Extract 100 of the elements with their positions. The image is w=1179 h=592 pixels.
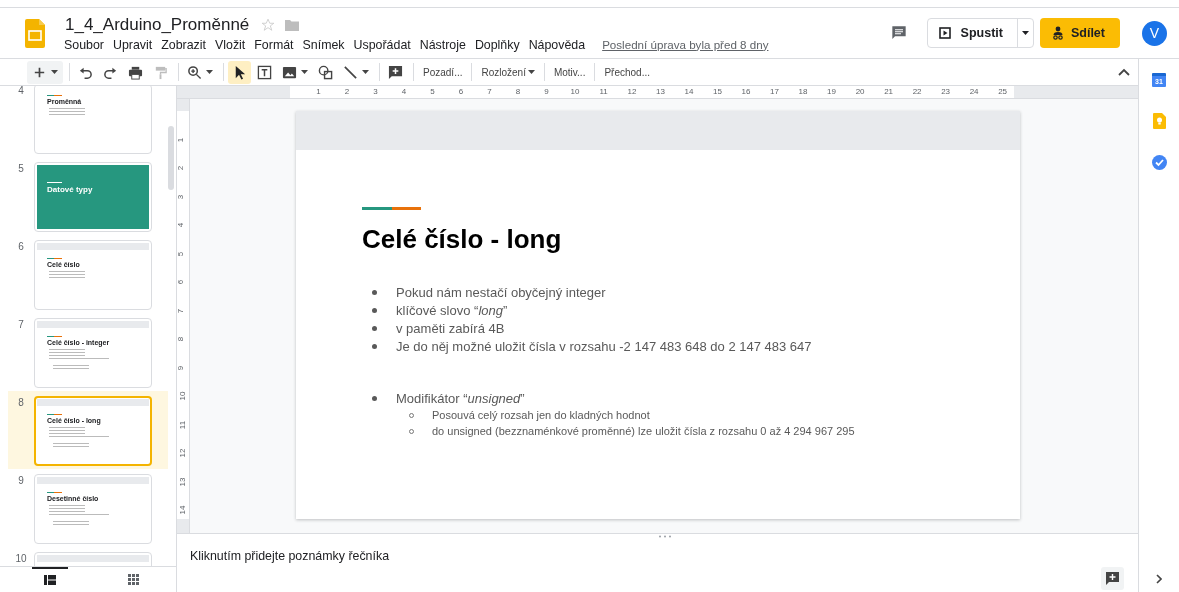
ruler-number: 9 bbox=[544, 87, 549, 97]
slide-number: 8 bbox=[17, 396, 25, 408]
ruler-number: 20 bbox=[855, 87, 865, 97]
caret-icon bbox=[51, 70, 58, 74]
bullet-dot bbox=[372, 307, 377, 313]
zoom-icon bbox=[187, 64, 202, 80]
ruler-number: 12 bbox=[179, 448, 188, 458]
ruler-number: 14 bbox=[179, 505, 188, 515]
slide-thumbnail-row[interactable]: 5 Datové typy bbox=[8, 157, 168, 235]
line-icon bbox=[343, 64, 358, 80]
text-lines-drawing bbox=[49, 505, 109, 525]
resize-grip-icon[interactable] bbox=[657, 535, 672, 538]
present-split-button[interactable]: Spustit bbox=[926, 18, 1034, 48]
bullet-text: do unsigned (bezznaménkové proměnné) lze uložit čísla z rozsahu 0 až 4 294 967 295 bbox=[432, 425, 855, 437]
ruler-number: 3 bbox=[373, 87, 378, 97]
menu-item[interactable]: Doplňky bbox=[470, 37, 525, 52]
document-title[interactable]: 1_4_Arduino_Proměnné bbox=[63, 14, 252, 35]
text-box-icon bbox=[257, 64, 272, 80]
thumbnail-title: Datové typy bbox=[47, 185, 94, 194]
ruler-number: 17 bbox=[770, 87, 779, 97]
ruler-number: 2 bbox=[177, 165, 186, 171]
slide-number: 10 bbox=[14, 552, 28, 564]
collapse-chevron-icon[interactable] bbox=[1118, 68, 1130, 76]
tool-button[interactable] bbox=[228, 60, 251, 84]
bullet-text: Je do něj možné uložit čísla v rozsahu -2 147 483 648 do 2 147 483 647 bbox=[396, 338, 812, 354]
ruler-number: 8 bbox=[515, 87, 521, 97]
menu-item[interactable]: Uspořádat bbox=[349, 37, 416, 52]
ruler-number: 5 bbox=[430, 87, 435, 97]
bullet-text: Posouvá celý rozsah jen do kladných hodnot bbox=[432, 409, 650, 421]
toolbar-text-button[interactable]: Přechod... bbox=[599, 60, 655, 84]
expand-chevron-icon[interactable] bbox=[1156, 574, 1162, 584]
ruler-number: 6 bbox=[177, 279, 186, 285]
comment-icon[interactable] bbox=[890, 25, 907, 41]
add-note-button[interactable] bbox=[1101, 567, 1124, 590]
ruler-number: 4 bbox=[177, 222, 186, 228]
menu-item[interactable]: Nápověda bbox=[524, 37, 591, 52]
text-lines-drawing bbox=[49, 271, 85, 278]
ruler-number: 22 bbox=[912, 87, 922, 97]
text-lines-drawing bbox=[49, 427, 109, 447]
bullet-dot bbox=[372, 395, 377, 401]
people-icon bbox=[1050, 26, 1065, 40]
ruler-number: 2 bbox=[344, 87, 350, 97]
add-comment-icon bbox=[388, 64, 403, 80]
play-icon bbox=[938, 27, 951, 39]
share-button[interactable]: Sdílet bbox=[1039, 18, 1120, 48]
menu-item[interactable]: Vložit bbox=[211, 37, 251, 52]
bullet-dot bbox=[372, 289, 377, 295]
ruler-number: 25 bbox=[998, 87, 1008, 97]
bullet-dot bbox=[372, 343, 377, 349]
ruler-number: 11 bbox=[179, 420, 188, 429]
ruler-number: 9 bbox=[177, 365, 186, 370]
add-note-icon bbox=[1106, 572, 1119, 585]
text-lines-drawing bbox=[49, 108, 85, 115]
ruler-number: 8 bbox=[177, 336, 186, 342]
slide-number: 9 bbox=[17, 474, 25, 486]
caret-icon bbox=[362, 70, 369, 74]
ruler-number: 4 bbox=[401, 87, 407, 97]
menu-item[interactable]: Upravit bbox=[108, 37, 158, 52]
text-lines-drawing bbox=[49, 349, 109, 369]
print-icon bbox=[128, 64, 143, 80]
ruler-number: 14 bbox=[684, 87, 694, 97]
account-avatar[interactable]: V bbox=[1142, 20, 1167, 46]
star-icon[interactable] bbox=[261, 17, 276, 32]
menu-item[interactable]: Nástroje bbox=[415, 37, 471, 52]
menu-item[interactable]: Formát bbox=[250, 37, 299, 52]
ruler-number: 7 bbox=[177, 308, 186, 313]
grid-view-icon bbox=[127, 574, 139, 585]
ruler-number: 11 bbox=[599, 87, 608, 97]
ruler-number: 24 bbox=[969, 87, 979, 97]
checkmark-circle-icon[interactable] bbox=[1151, 155, 1167, 170]
ruler-number: 18 bbox=[798, 87, 808, 97]
ruler-number: 1 bbox=[316, 87, 321, 97]
slide-number: 7 bbox=[17, 318, 25, 330]
toolbar-text-button[interactable]: Rozložení bbox=[476, 60, 540, 84]
toolbar-text-button[interactable]: Pozadí... bbox=[418, 60, 468, 84]
ruler-number: 10 bbox=[179, 391, 188, 401]
slide-number: 4 bbox=[17, 86, 25, 96]
ruler-number: 6 bbox=[458, 87, 464, 97]
caret-icon bbox=[301, 70, 308, 74]
last-edit-link[interactable]: Poslední úprava byla před 8 dny bbox=[602, 37, 769, 51]
menu-item[interactable]: Zobrazit bbox=[157, 37, 211, 52]
menu-item[interactable]: Soubor bbox=[63, 37, 109, 52]
filmstrip-view-icon bbox=[44, 574, 56, 585]
slide-title: Celé číslo - long bbox=[362, 224, 563, 255]
shapes-icon bbox=[318, 64, 333, 80]
slide-thumbnail-row[interactable]: 10 bbox=[8, 547, 168, 566]
toolbar-text-button[interactable]: Motiv... bbox=[548, 60, 591, 84]
tool-button[interactable] bbox=[27, 60, 63, 84]
ruler-number: 5 bbox=[177, 251, 186, 256]
ruler-number: 13 bbox=[656, 87, 665, 97]
bullet-dot bbox=[372, 325, 377, 331]
ruler-number: 21 bbox=[884, 87, 894, 97]
ruler-number: 7 bbox=[487, 87, 492, 97]
image-icon bbox=[282, 64, 297, 80]
present-button[interactable]: Spustit bbox=[927, 19, 1018, 47]
accent-line bbox=[362, 207, 421, 210]
menu-item[interactable]: Snímek bbox=[298, 37, 350, 52]
slide-number: 6 bbox=[17, 240, 25, 252]
scrollbar-thumb[interactable] bbox=[168, 126, 174, 190]
slide-thumbnail[interactable]: Datové typy bbox=[34, 162, 152, 232]
